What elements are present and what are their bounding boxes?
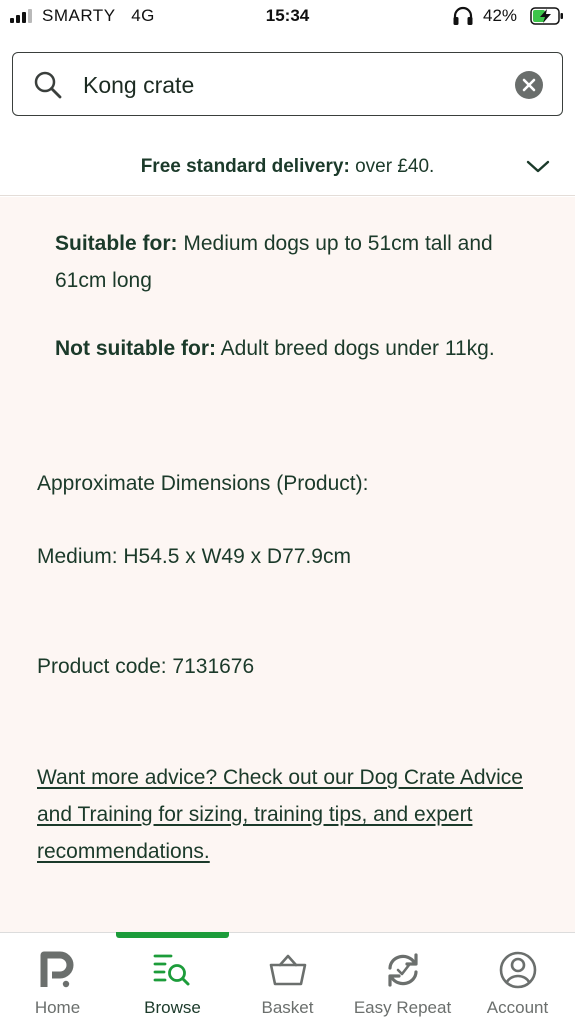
search-input[interactable] — [83, 65, 503, 105]
tab-home-label: Home — [34, 998, 81, 1017]
delivery-banner[interactable]: Free standard delivery: over £40. — [0, 136, 575, 196]
delivery-text: Free standard delivery: over £40. — [0, 156, 575, 178]
active-tab-indicator — [116, 932, 229, 938]
basket-icon — [269, 954, 307, 986]
status-bar: SMARTY 4G 15:34 42% — [0, 0, 575, 34]
delivery-threshold: over £40. — [349, 156, 435, 177]
tab-easy-repeat-label: Easy Repeat — [353, 998, 452, 1017]
battery-percent: 42% — [483, 6, 518, 25]
home-logo-icon — [40, 951, 74, 988]
chevron-down-icon[interactable] — [526, 160, 550, 174]
screen: SMARTY 4G 15:34 42% Kong crate Free stan… — [0, 0, 575, 1024]
search-bar[interactable] — [12, 52, 563, 116]
tab-browse[interactable]: Browse — [115, 933, 230, 1024]
dimensions-heading: Approximate Dimensions (Product): — [37, 472, 369, 495]
clear-search-button[interactable] — [515, 71, 543, 99]
browse-icon — [153, 954, 190, 986]
account-icon — [499, 951, 537, 989]
headphones-icon — [453, 6, 473, 25]
not-suitable-for-value: Adult breed dogs under 11kg. — [216, 337, 495, 360]
battery-charging-icon — [530, 7, 563, 25]
close-icon — [522, 78, 536, 92]
bottom-tab-bar: Home Browse Basket Easy Repeat Account — [0, 932, 575, 1024]
dog-crate-advice-link[interactable]: Want more advice? Check out our Dog Crat… — [37, 759, 537, 870]
product-code: Product code: 7131676 — [37, 655, 255, 678]
product-details-section: Suitable for: Medium dogs up to 51cm tal… — [0, 197, 575, 932]
tab-basket[interactable]: Basket — [230, 933, 345, 1024]
tab-account[interactable]: Account — [460, 933, 575, 1024]
repeat-icon — [388, 953, 418, 987]
tab-basket-label: Basket — [261, 998, 314, 1017]
tab-easy-repeat[interactable]: Easy Repeat — [345, 933, 460, 1024]
suitable-for-label: Suitable for: — [55, 232, 178, 255]
suitable-for-text: Suitable for: Medium dogs up to 51cm tal… — [55, 225, 535, 299]
tab-home[interactable]: Home — [0, 933, 115, 1024]
delivery-label: Free standard delivery: — [140, 156, 350, 177]
not-suitable-for-label: Not suitable for: — [55, 337, 216, 360]
not-suitable-for-text: Not suitable for: Adult breed dogs under… — [55, 330, 535, 367]
tab-account-label: Account — [486, 998, 549, 1017]
tab-browse-label: Browse — [144, 998, 201, 1017]
dimensions-medium: Medium: H54.5 x W49 x D77.9cm — [37, 545, 351, 568]
search-icon — [34, 71, 62, 99]
